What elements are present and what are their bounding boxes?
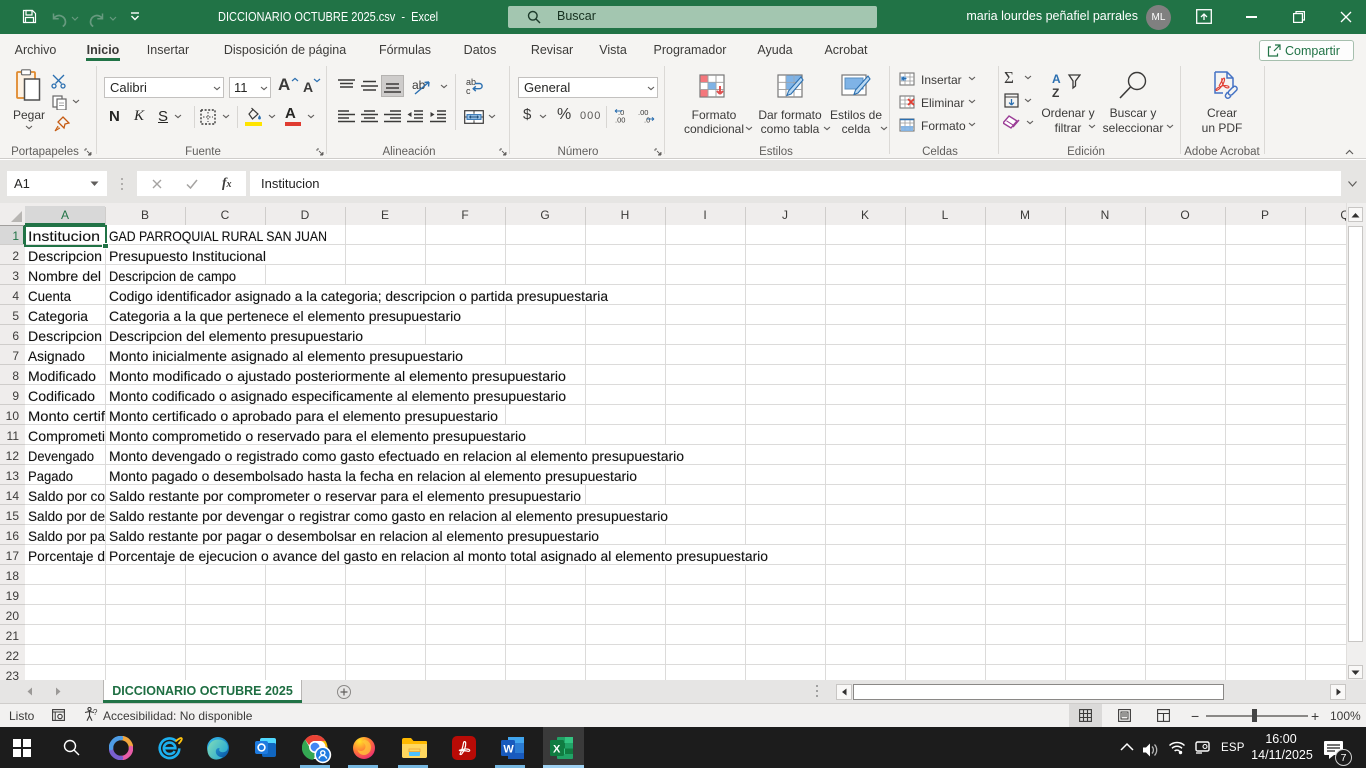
svg-text:X: X [553,744,561,756]
svg-text:c: c [466,86,471,95]
svg-text:.00: .00 [615,116,625,124]
svg-text:A: A [1052,72,1061,86]
svg-text:Z: Z [1052,86,1059,100]
svg-text:W: W [503,744,514,756]
svg-text:?: ? [93,708,98,717]
